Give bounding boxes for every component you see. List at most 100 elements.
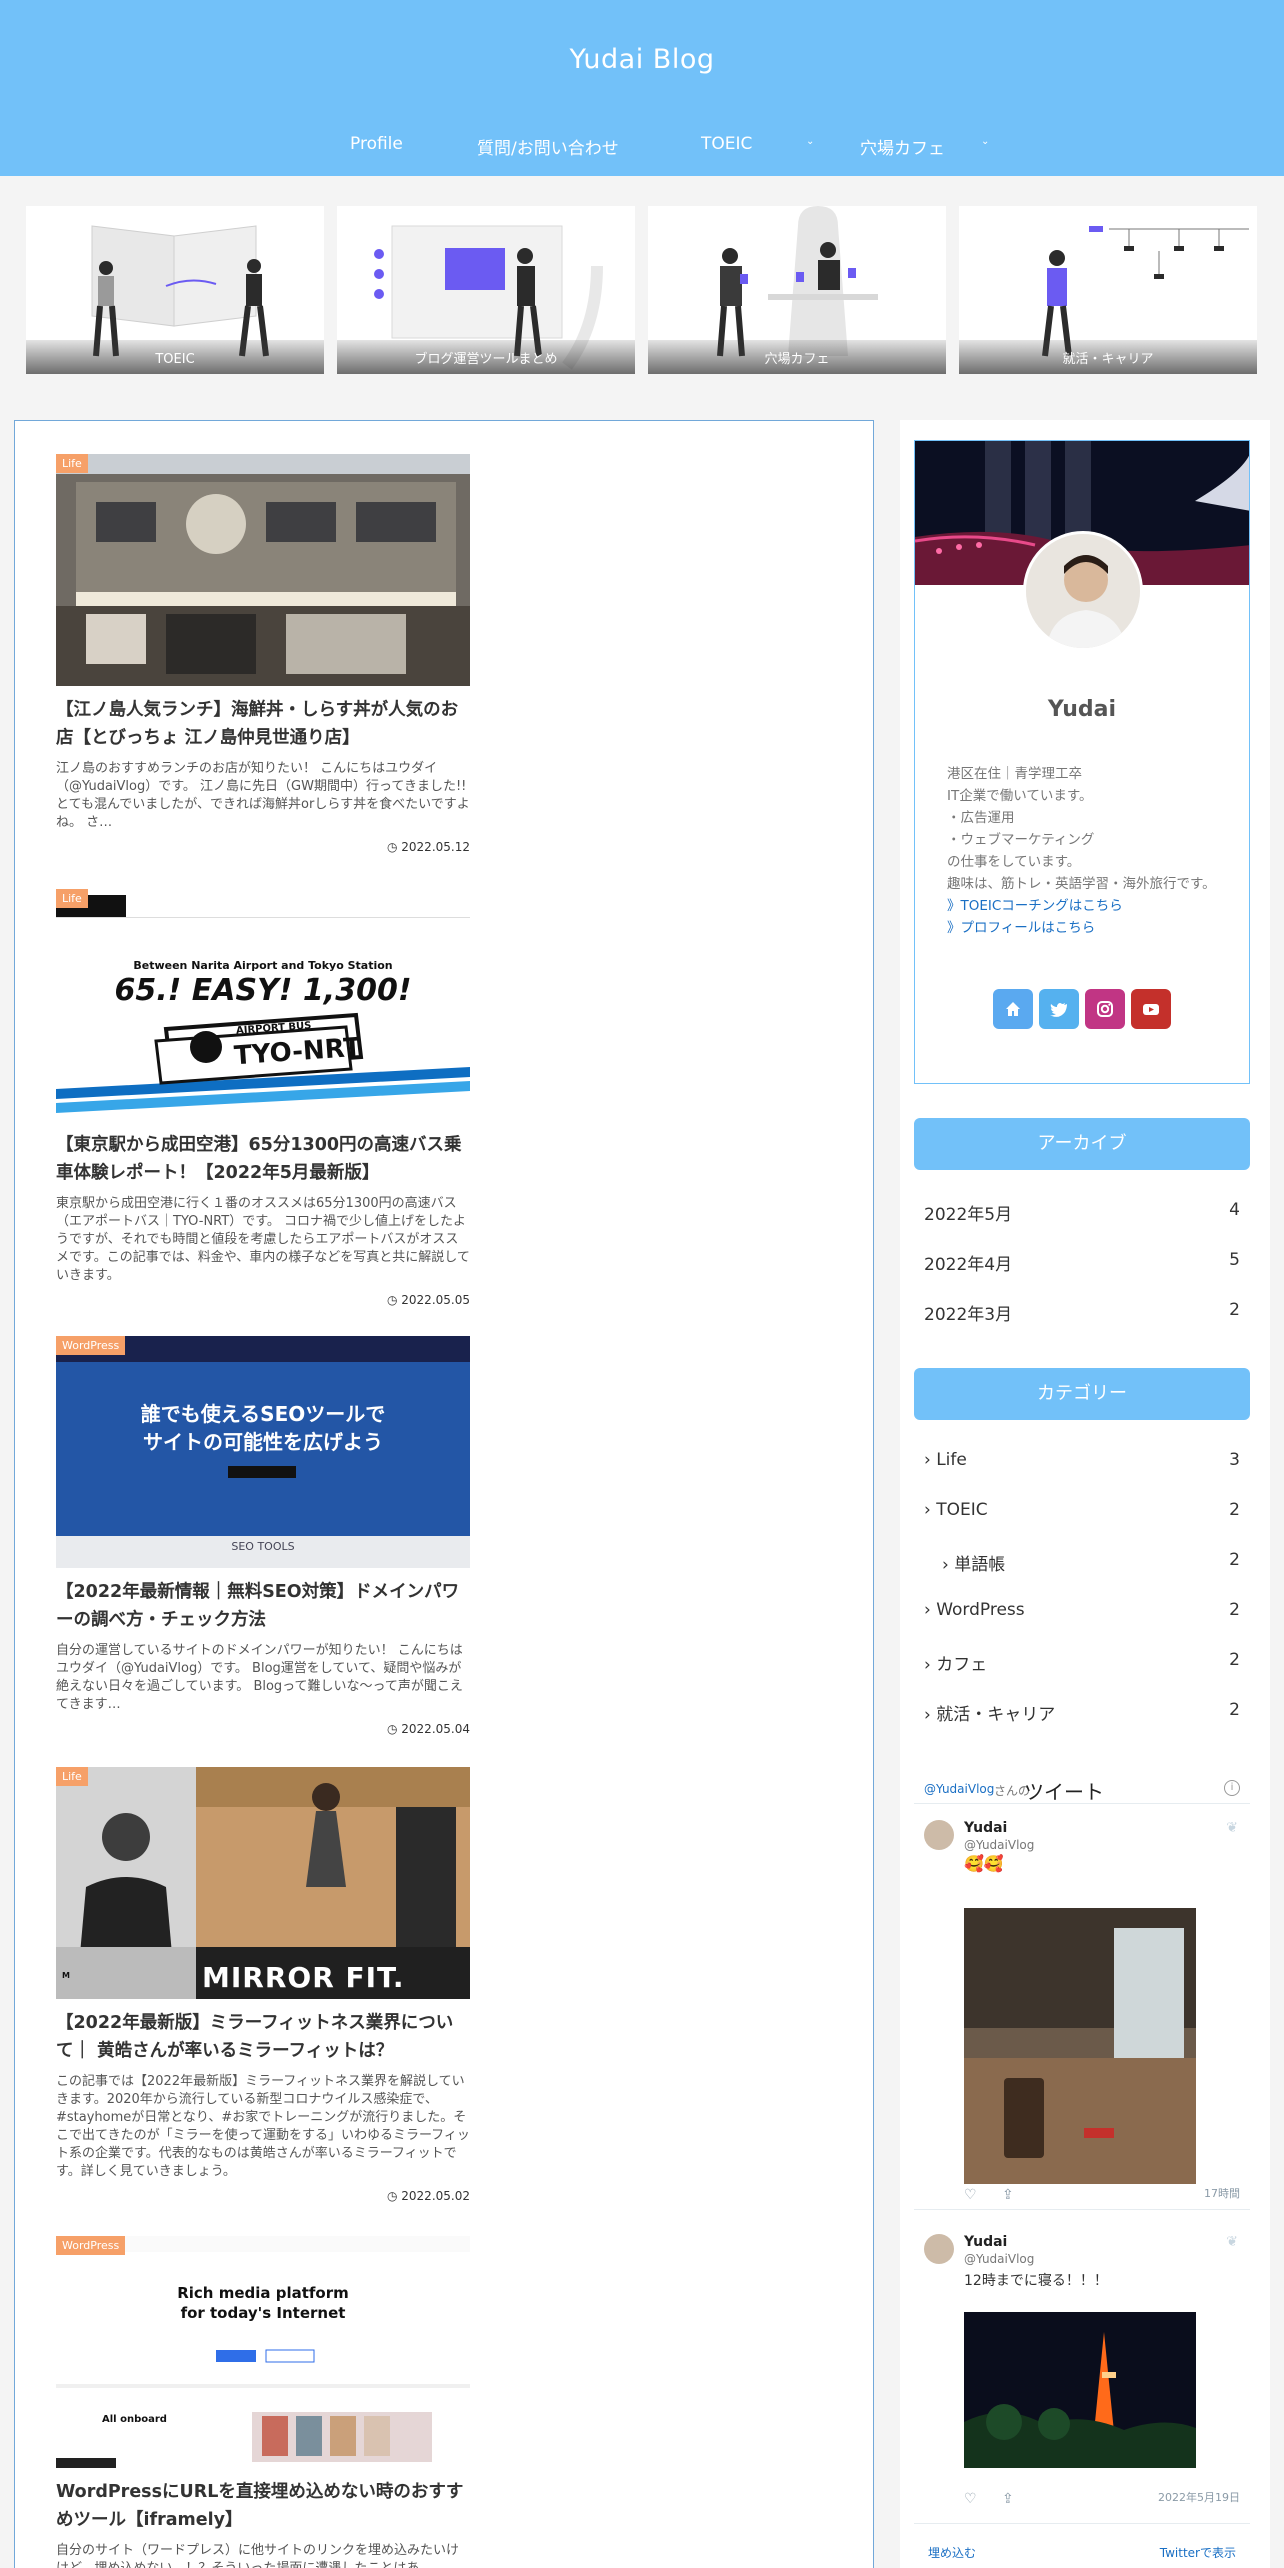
youtube-icon[interactable] bbox=[1131, 989, 1171, 1029]
post-card[interactable]: Life 【江ノ島人気ランチ】海鮮丼・しらす丼が人気のお店【とびっちょ 江ノ島仲… bbox=[56, 454, 470, 854]
tweet-text: 🥰🥰 bbox=[964, 1854, 1004, 1873]
clock-icon: ◷ bbox=[386, 2189, 398, 2203]
twitter-handle-link[interactable]: @YudaiVlog bbox=[924, 1782, 994, 1796]
carousel-card-career[interactable]: 就活・キャリア bbox=[959, 206, 1257, 374]
site-header: Yudai Blog Profile 質問/お問い合わせ TOEIC ⌄ 穴場カ… bbox=[0, 0, 1284, 176]
carousel-label: 就活・キャリア bbox=[959, 340, 1257, 374]
heart-icon[interactable]: ♡ bbox=[964, 2187, 977, 2203]
clock-icon: ◷ bbox=[386, 1293, 398, 1307]
share-icon[interactable]: ⇪ bbox=[1002, 2491, 1014, 2507]
category-badge: WordPress bbox=[56, 1336, 126, 1355]
thumb-tagline: Between Narita Airport and Tokyo Station bbox=[133, 959, 393, 972]
tweet-image[interactable] bbox=[964, 1908, 1196, 2184]
nav-item-toeic[interactable]: TOEIC bbox=[701, 134, 752, 154]
nav-item-contact[interactable]: 質問/お問い合わせ bbox=[477, 134, 619, 159]
site-title[interactable]: Yudai Blog bbox=[0, 44, 1284, 75]
tweet-image[interactable] bbox=[964, 2312, 1196, 2468]
tweet-time[interactable]: 17時間 bbox=[1204, 2185, 1240, 2201]
thumb-line2: サイトの可能性を広げよう bbox=[143, 1430, 383, 1454]
post-card[interactable]: M MIRROR FIT. Life 【2022年最新版】ミラーフィットネス業界… bbox=[56, 1767, 470, 2203]
share-icon[interactable]: ⇪ bbox=[1002, 2187, 1014, 2203]
post-title[interactable]: 【東京駅から成田空港】65分1300円の高速バス乗車体験レポート！【2022年5… bbox=[56, 1131, 470, 1187]
post-title[interactable]: 【2022年最新版】ミラーフィットネス業界について｜ 黄皓さんが率いるミラーフィ… bbox=[56, 2009, 470, 2065]
twitter-heading: ツイート bbox=[1024, 1780, 1104, 1804]
carousel-card-cafe[interactable]: 穴場カフェ bbox=[648, 206, 946, 374]
tweet-author[interactable]: Yudai bbox=[964, 1820, 1007, 1836]
avatar[interactable] bbox=[924, 1820, 954, 1850]
main-nav: Profile 質問/お問い合わせ TOEIC ⌄ 穴場カフェ ⌄ bbox=[0, 134, 1284, 160]
carousel-card-tools[interactable]: ブログ運営ツールまとめ bbox=[337, 206, 635, 374]
home-icon[interactable] bbox=[993, 989, 1033, 1029]
avatar bbox=[1023, 531, 1143, 651]
post-excerpt: 東京駅から成田空港に行く１番のオススメは65分1300円の高速バス（エアポートバ… bbox=[56, 1196, 470, 1283]
chevron-right-icon: › bbox=[924, 1450, 937, 1470]
twitter-icon[interactable] bbox=[1039, 989, 1079, 1029]
carousel-label: 穴場カフェ bbox=[648, 340, 946, 374]
tweet-handle[interactable]: @YudaiVlog bbox=[964, 2252, 1034, 2266]
thumb-logo: M bbox=[62, 1971, 70, 1980]
post-thumbnail[interactable]: 誰でも使えるSEOツールで サイトの可能性を広げよう SEO TOOLS Wor… bbox=[56, 1336, 470, 1568]
category-item[interactable]: › 単語帳 2 bbox=[924, 1550, 1240, 1580]
tweet[interactable]: Yudai @YudaiVlog ❦ 12時までに寝る！！！ ♡ ⇪ 2022年… bbox=[914, 2224, 1250, 2524]
category-badge: WordPress bbox=[56, 2236, 126, 2255]
thumb-brand: MIRROR FIT. bbox=[202, 1961, 405, 1994]
post-title[interactable]: WordPressにURLを直接埋め込めない時のおすすめツール【iframely… bbox=[56, 2478, 470, 2534]
category-item[interactable]: › WordPress 2 bbox=[924, 1600, 1240, 1630]
category-item[interactable]: › 就活・キャリア 2 bbox=[924, 1700, 1240, 1730]
post-card[interactable]: Rich media platform for today's Internet… bbox=[56, 2236, 470, 2568]
avatar[interactable] bbox=[924, 2234, 954, 2264]
chevron-right-icon: › bbox=[924, 1705, 937, 1725]
category-badge: Life bbox=[56, 1767, 88, 1786]
profile-description: 港区在住｜青学理工卒 IT企業で働いています。 ・広告運用 ・ウェブマーケティン… bbox=[947, 763, 1227, 939]
archive-item[interactable]: 2022年5月 4 bbox=[924, 1200, 1240, 1230]
heart-icon[interactable]: ♡ bbox=[964, 2491, 977, 2507]
nav-item-cafe[interactable]: 穴場カフェ bbox=[860, 134, 945, 159]
chevron-right-icon: › bbox=[924, 1600, 937, 1620]
thumb-line1: 誰でも使えるSEOツールで bbox=[140, 1402, 386, 1426]
instagram-icon[interactable] bbox=[1085, 989, 1125, 1029]
post-title[interactable]: 【江ノ島人気ランチ】海鮮丼・しらす丼が人気のお店【とびっちょ 江ノ島仲見世通り店… bbox=[56, 696, 470, 752]
categories-title: カテゴリー bbox=[914, 1368, 1250, 1420]
chevron-right-icon: › bbox=[924, 1655, 937, 1675]
tweet-time[interactable]: 2022年5月19日 bbox=[1158, 2489, 1240, 2505]
thumb-footer: SEO TOOLS bbox=[231, 1540, 295, 1553]
tweet-author[interactable]: Yudai bbox=[964, 2234, 1007, 2250]
category-badge: Life bbox=[56, 889, 88, 908]
post-thumbnail[interactable]: Between Narita Airport and Tokyo Station… bbox=[56, 889, 470, 1121]
post-date: ◷ 2022.05.12 bbox=[386, 840, 470, 854]
archive-item[interactable]: 2022年4月 5 bbox=[924, 1250, 1240, 1280]
post-excerpt: 江ノ島のおすすめランチのお店が知りたい！ こんにちはユウダイ（@YudaiVlo… bbox=[56, 761, 470, 830]
info-icon[interactable]: i bbox=[1224, 1780, 1240, 1796]
post-thumbnail[interactable]: Life bbox=[56, 454, 470, 686]
embed-link[interactable]: 埋め込む bbox=[928, 2544, 976, 2561]
thumb-headline2: for today's Internet bbox=[180, 2304, 346, 2322]
archive-title: アーカイブ bbox=[914, 1118, 1250, 1170]
post-thumbnail[interactable]: M MIRROR FIT. Life bbox=[56, 1767, 470, 1999]
profile-link[interactable]: 》プロフィールはこちら bbox=[947, 917, 1227, 939]
category-item[interactable]: › カフェ 2 bbox=[924, 1650, 1240, 1680]
archive-item[interactable]: 2022年3月 2 bbox=[924, 1300, 1240, 1330]
nav-item-profile[interactable]: Profile bbox=[350, 134, 403, 154]
clock-icon: ◷ bbox=[386, 840, 398, 854]
post-card[interactable]: Between Narita Airport and Tokyo Station… bbox=[56, 889, 470, 1307]
post-card[interactable]: 誰でも使えるSEOツールで サイトの可能性を広げよう SEO TOOLS Wor… bbox=[56, 1336, 470, 1736]
view-on-twitter-link[interactable]: Twitterで表示 bbox=[1160, 2544, 1236, 2561]
post-list: Life 【江ノ島人気ランチ】海鮮丼・しらす丼が人気のお店【とびっちょ 江ノ島仲… bbox=[14, 420, 874, 2568]
carousel-card-toeic[interactable]: TOEIC bbox=[26, 206, 324, 374]
carousel-label: TOEIC bbox=[26, 340, 324, 374]
twitter-bird-icon: ❦ bbox=[1226, 1820, 1238, 1836]
tweet[interactable]: Yudai @YudaiVlog ❦ 🥰🥰 ♡ ⇪ 17時間 bbox=[914, 1810, 1250, 2210]
post-thumbnail[interactable]: Rich media platform for today's Internet… bbox=[56, 2236, 470, 2468]
thumb-headline1: Rich media platform bbox=[177, 2284, 349, 2302]
post-date: ◷ 2022.05.04 bbox=[386, 1722, 470, 1736]
tweet-text: 12時までに寝る！！！ bbox=[964, 2273, 1108, 2289]
toeic-coaching-link[interactable]: 》TOEICコーチングはこちら bbox=[947, 895, 1227, 917]
post-date: ◷ 2022.05.05 bbox=[386, 1293, 470, 1307]
tweet-handle[interactable]: @YudaiVlog bbox=[964, 1838, 1034, 1852]
profile-name: Yudai bbox=[1047, 697, 1117, 722]
post-title[interactable]: 【2022年最新情報｜無料SEO対策】ドメインパワーの調べ方・チェック方法 bbox=[56, 1578, 470, 1634]
category-item[interactable]: › Life 3 bbox=[924, 1450, 1240, 1480]
twitter-header: @YudaiVlog さんの ツイート i bbox=[914, 1774, 1250, 1804]
category-item[interactable]: › TOEIC 2 bbox=[924, 1500, 1240, 1530]
thumb-sub: All onboard bbox=[102, 2414, 167, 2425]
